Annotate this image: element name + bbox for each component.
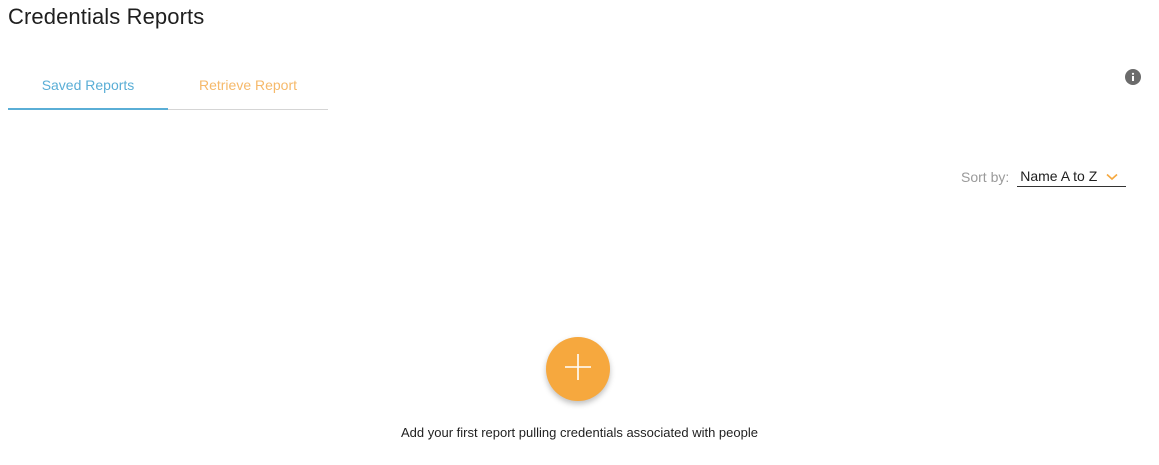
sort-control: Sort by: Name A to Z: [961, 166, 1127, 187]
credentials-reports-page: Credentials Reports Saved Reports Retrie…: [0, 0, 1159, 465]
chevron-down-icon: [1106, 168, 1118, 184]
tab-saved-reports[interactable]: Saved Reports: [8, 60, 168, 110]
add-report-button[interactable]: [546, 337, 610, 401]
sort-select[interactable]: Name A to Z: [1017, 166, 1127, 187]
sort-selected-value: Name A to Z: [1020, 168, 1098, 184]
sort-label: Sort by:: [961, 168, 1010, 185]
tab-retrieve-report[interactable]: Retrieve Report: [168, 60, 328, 109]
empty-state-message: Add your first report pulling credential…: [401, 425, 758, 440]
plus-icon: [563, 352, 593, 387]
report-tabs: Saved Reports Retrieve Report: [8, 60, 328, 110]
info-icon[interactable]: [1125, 69, 1141, 85]
page-title: Credentials Reports: [8, 4, 205, 29]
